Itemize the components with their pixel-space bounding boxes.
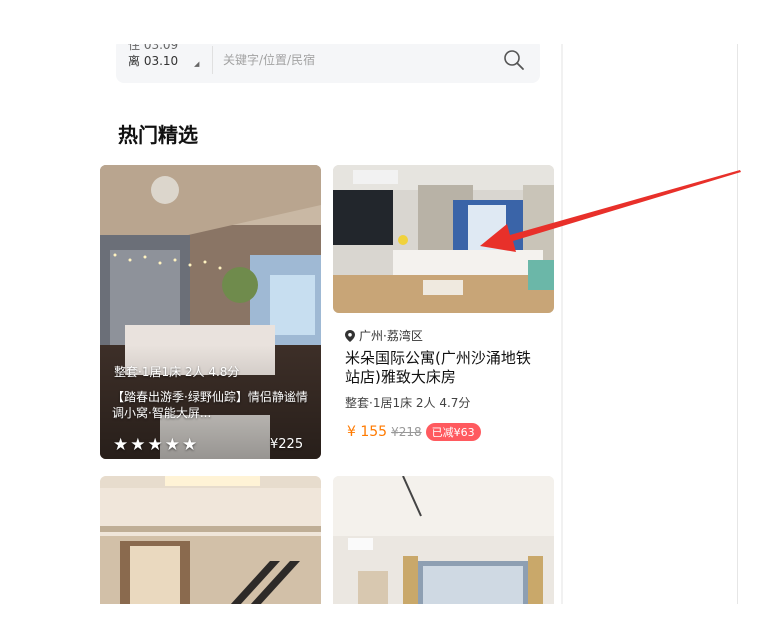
annotation-arrow-icon: [480, 170, 741, 252]
